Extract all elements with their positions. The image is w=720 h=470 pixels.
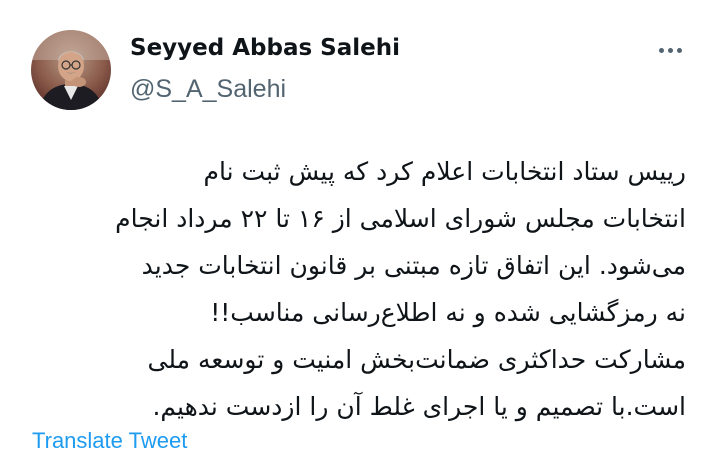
tweet-text-line: مشارکت حداکثری ضمانت‌بخش امنیت و توسعه م…: [147, 345, 686, 374]
tweet-text-line: است.با تصمیم و یا اجرای غلط آن را ازدست …: [152, 392, 686, 421]
tweet-text-line: انتخابات مجلس شورای اسلامی از ۱۶ تا ۲۲ م…: [115, 204, 686, 233]
author-display-name[interactable]: Seyyed Abbas Salehi: [130, 35, 400, 61]
tweet-text-line: رییس ستاد انتخابات اعلام کرد که پیش ثبت …: [203, 157, 686, 186]
dot: [667, 47, 673, 53]
tweet-card: Seyyed Abbas Salehi @S_A_Salehi رییس ستا…: [0, 0, 720, 470]
tweet-text: رییس ستاد انتخابات اعلام کرد که پیش ثبت …: [26, 148, 686, 430]
dot: [658, 47, 664, 53]
avatar[interactable]: [31, 30, 111, 110]
tweet-text-line: نه رمزگشایی شده و نه اطلاع‌رسانی مناسب!!: [210, 298, 686, 327]
tweet-text-line: می‌شود. این اتفاق تازه مبتنی بر قانون ان…: [141, 251, 686, 280]
dot: [676, 47, 682, 53]
translate-tweet-link[interactable]: Translate Tweet: [32, 428, 187, 454]
person-portrait-icon: [31, 30, 111, 110]
author-handle[interactable]: @S_A_Salehi: [130, 75, 286, 104]
more-options-icon[interactable]: [652, 40, 688, 60]
